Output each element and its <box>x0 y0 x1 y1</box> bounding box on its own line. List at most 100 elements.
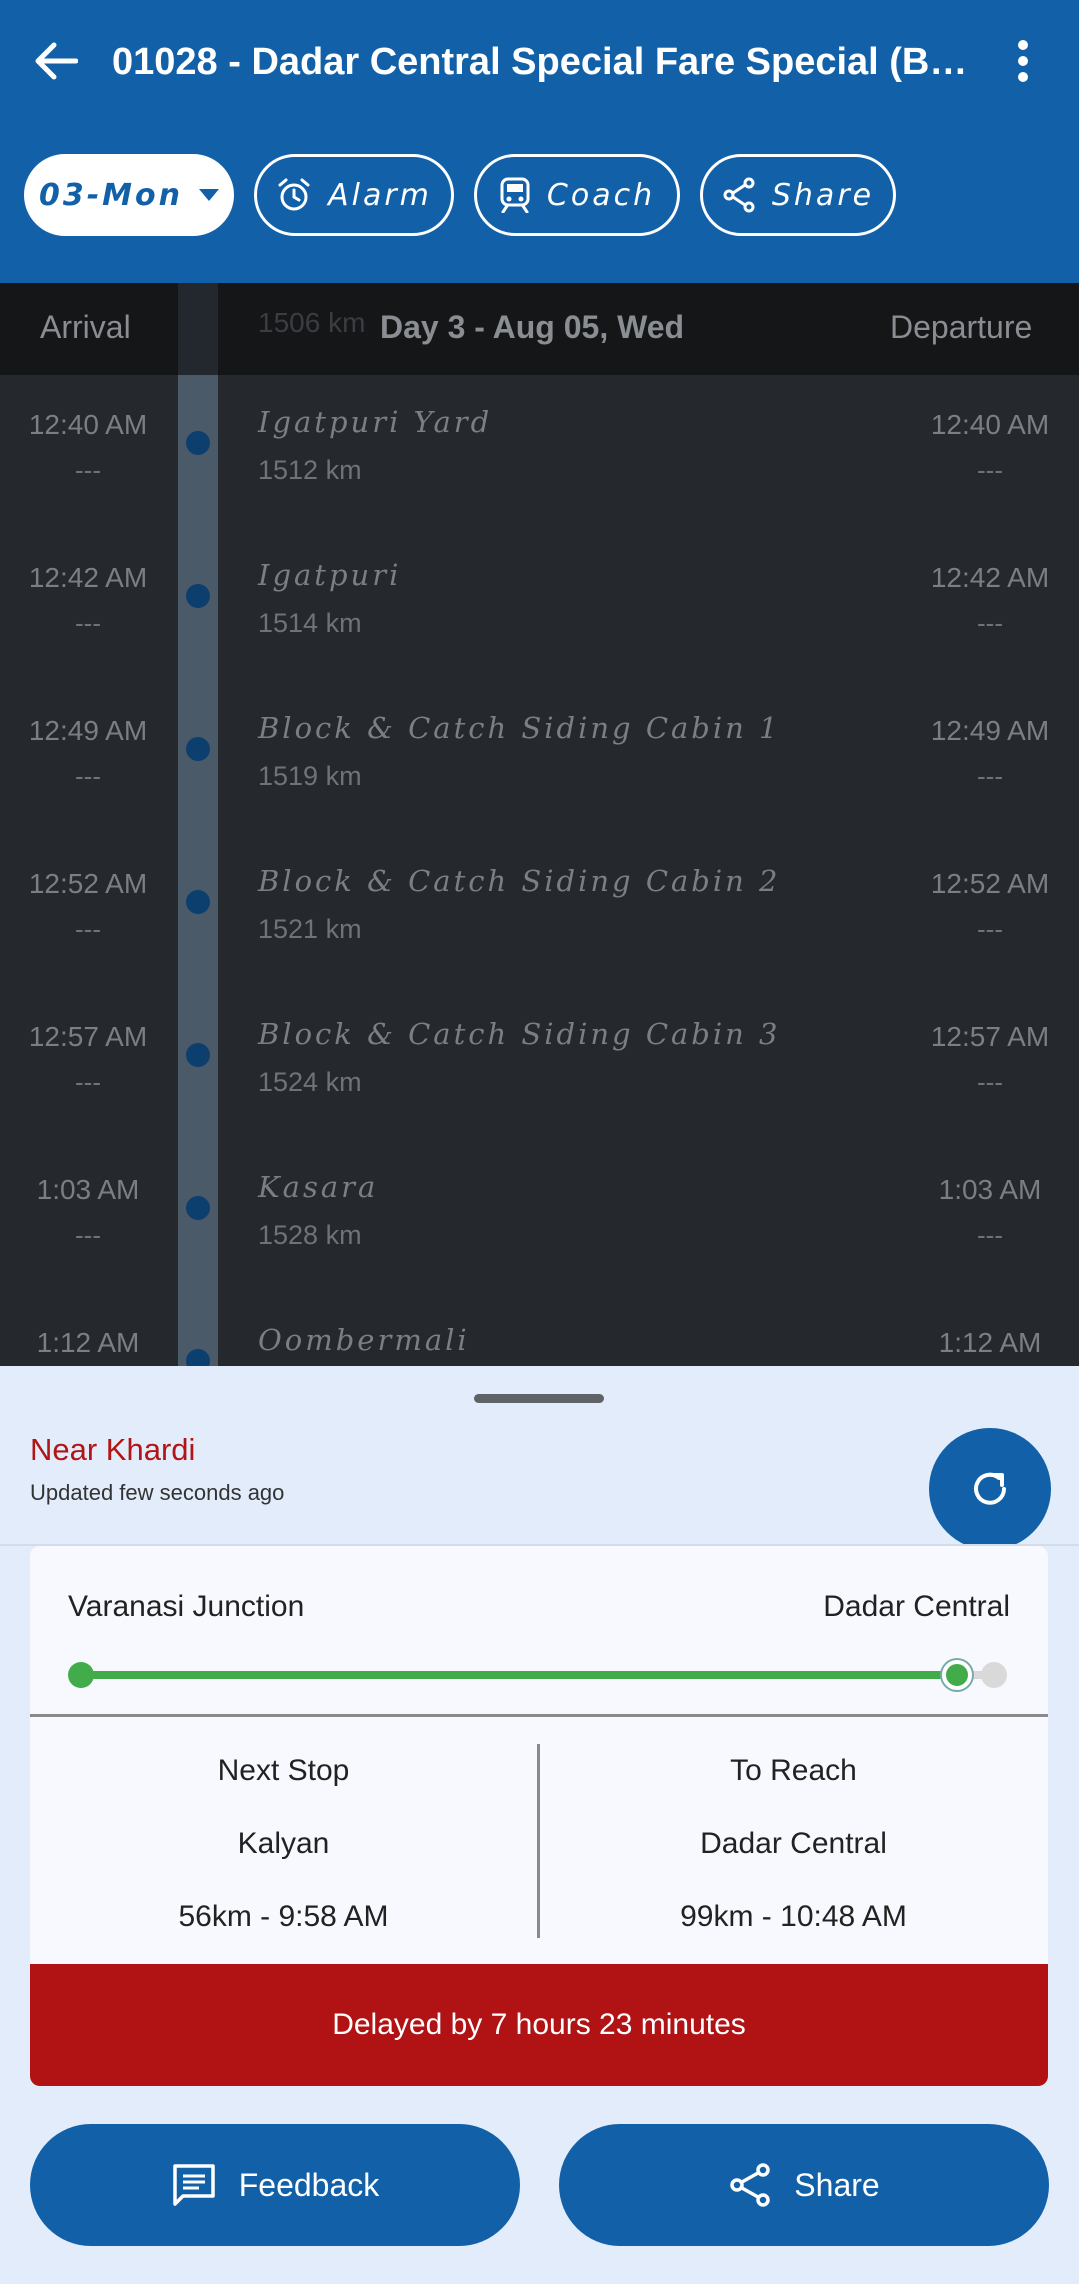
station-distance: 1512 km <box>258 455 362 485</box>
refresh-button[interactable] <box>929 1428 1051 1550</box>
station-name: Block & Catch Siding Cabin 2 <box>258 864 781 898</box>
schedule-row[interactable]: 1:03 AM --- Kasara 1528 km 1:03 AM --- <box>0 1140 1079 1293</box>
station-name: Igatpuri Yard <box>258 405 493 439</box>
to-reach-eta: 99km - 10:48 AM <box>680 1900 907 1933</box>
schedule-list[interactable]: 12:40 AM --- Igatpuri Yard 1512 km 12:40… <box>0 283 1079 1366</box>
departure-time: 12:52 AM <box>930 868 1050 899</box>
arrival-delay: --- <box>75 455 101 485</box>
destination-marker <box>981 1662 1007 1688</box>
departure-time: 12:49 AM <box>930 715 1050 746</box>
share-chip-label: Share <box>771 177 875 213</box>
current-position-marker <box>941 1660 972 1690</box>
origin-marker <box>68 1662 94 1688</box>
departure-time: 1:03 AM <box>938 1174 1042 1205</box>
to-reach-panel: To Reach Dadar Central 99km - 10:48 AM <box>540 1746 1047 1965</box>
sheet-drag-handle[interactable] <box>474 1394 604 1403</box>
schedule-row[interactable]: 12:57 AM --- Block & Catch Siding Cabin … <box>0 987 1079 1140</box>
departure-time: 12:42 AM <box>930 562 1050 593</box>
live-status-sheet: Near Khardi Updated few seconds ago Vara… <box>0 1366 1079 2284</box>
arrival-time: 12:49 AM <box>28 715 148 746</box>
arrival-time: 12:52 AM <box>28 868 148 899</box>
origin-station: Varanasi Junction <box>68 1590 305 1623</box>
station-dot <box>186 737 210 761</box>
station-distance: 1514 km <box>258 608 362 638</box>
journey-card: Varanasi Junction Dadar Central Next Sto… <box>30 1546 1048 2086</box>
departure-time: 1:12 AM <box>938 1327 1042 1358</box>
departure-delay: --- <box>977 455 1003 485</box>
departure-time: 12:57 AM <box>930 1021 1050 1052</box>
to-reach-name: Dadar Central <box>700 1827 887 1860</box>
share-label: Share <box>794 2166 880 2203</box>
next-stop-name: Kalyan <box>237 1827 330 1860</box>
dropdown-arrow-icon <box>199 189 220 201</box>
day-label: Day 3 - Aug 05, Wed <box>380 309 685 345</box>
day-header: 1506 km Arrival Day 3 - Aug 05, Wed Depa… <box>0 283 1079 375</box>
journey-progress-fill <box>80 1671 957 1679</box>
more-options-button[interactable] <box>1000 30 1046 92</box>
last-updated: Updated few seconds ago <box>30 1480 285 1505</box>
next-stop-eta: 56km - 9:58 AM <box>178 1900 389 1933</box>
station-name: Oombermali <box>258 1323 470 1357</box>
schedule-row[interactable]: 12:49 AM --- Block & Catch Siding Cabin … <box>0 681 1079 834</box>
coach-chip[interactable]: Coach <box>474 154 680 236</box>
station-dot <box>186 431 210 455</box>
arrow-back-icon <box>35 42 78 80</box>
station-distance: 1519 km <box>258 761 362 791</box>
journey-progress-track <box>80 1671 998 1679</box>
next-stop-panel: Next Stop Kalyan 56km - 9:58 AM <box>30 1746 537 1965</box>
schedule-row[interactable]: 1:12 AM Oombermali 1:12 AM <box>0 1293 1079 1366</box>
station-name: Block & Catch Siding Cabin 1 <box>258 711 781 745</box>
day-selector-chip[interactable]: 03-Mon <box>24 154 234 236</box>
alarm-label: Alarm <box>328 177 432 213</box>
station-name: Igatpuri <box>258 558 402 592</box>
arrival-time: 1:12 AM <box>36 1327 140 1358</box>
departure-delay: --- <box>977 1067 1003 1097</box>
departure-delay: --- <box>977 608 1003 638</box>
schedule-row[interactable]: 12:42 AM --- Igatpuri 1514 km 12:42 AM -… <box>0 528 1079 681</box>
arrival-delay: --- <box>75 608 101 638</box>
train-icon <box>500 177 530 213</box>
share-button[interactable]: Share <box>559 2124 1049 2246</box>
station-name: Block & Catch Siding Cabin 3 <box>258 1017 781 1051</box>
back-button[interactable] <box>28 30 84 92</box>
arrival-time: 12:57 AM <box>28 1021 148 1052</box>
delay-banner: Delayed by 7 hours 23 minutes <box>30 1964 1048 2086</box>
departure-delay: --- <box>977 1220 1003 1250</box>
alarm-chip[interactable]: Alarm <box>254 154 454 236</box>
more-vert-icon <box>1018 40 1028 82</box>
next-stop-label: Next Stop <box>217 1754 350 1787</box>
arrival-delay: --- <box>75 761 101 791</box>
arrival-time: 12:42 AM <box>28 562 148 593</box>
feedback-label: Feedback <box>238 2166 380 2203</box>
arrival-column-label: Arrival <box>40 309 131 345</box>
departure-time: 12:40 AM <box>930 409 1050 440</box>
current-location: Near Khardi <box>30 1432 196 1467</box>
app-bar: 01028 - Dadar Central Special Fare Speci… <box>0 0 1079 283</box>
station-dot <box>186 1196 210 1220</box>
arrival-time: 1:03 AM <box>36 1174 140 1205</box>
schedule-row[interactable]: 12:52 AM --- Block & Catch Siding Cabin … <box>0 834 1079 987</box>
station-name: Kasara <box>258 1170 379 1204</box>
feedback-icon <box>172 2164 215 2206</box>
station-distance: 1521 km <box>258 914 362 944</box>
departure-delay: --- <box>977 914 1003 944</box>
arrival-delay: --- <box>75 914 101 944</box>
route-rail-header <box>178 283 218 375</box>
departure-delay: --- <box>977 761 1003 791</box>
arrival-delay: --- <box>75 1220 101 1250</box>
arrival-time: 12:40 AM <box>28 409 148 440</box>
station-dot <box>186 890 210 914</box>
train-title: 01028 - Dadar Central Special Fare Speci… <box>112 41 992 83</box>
departure-column-label: Departure <box>890 309 1033 345</box>
share-icon <box>723 177 755 213</box>
destination-station: Dadar Central <box>823 1590 1010 1623</box>
share-icon <box>730 2163 771 2207</box>
schedule-row[interactable]: 12:40 AM --- Igatpuri Yard 1512 km 12:40… <box>0 375 1079 528</box>
arrival-delay: --- <box>75 1067 101 1097</box>
divider <box>30 1714 1048 1717</box>
feedback-button[interactable]: Feedback <box>30 2124 520 2246</box>
coach-label: Coach <box>546 177 656 213</box>
station-dot <box>186 584 210 608</box>
share-chip[interactable]: Share <box>700 154 896 236</box>
refresh-icon <box>974 1472 1006 1505</box>
